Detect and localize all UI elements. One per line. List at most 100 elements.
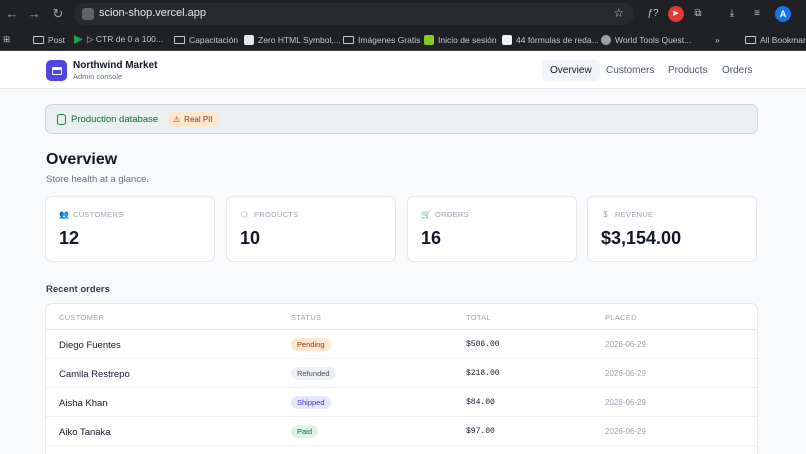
customer-name: Diego Fuentes [59,340,121,351]
stat-value: 16 [421,228,442,248]
stat-label: REVENUE [615,210,654,219]
warning-icon: ⚠ [173,115,181,124]
dollar-icon: $ [603,210,608,219]
bookmark-ctr[interactable]: ▷ CTR de 0 a 100... [74,32,163,47]
status-badge: Paid [291,425,319,438]
column-header-customer: CUSTOMER [59,313,105,322]
folder-icon [33,35,44,44]
nav-customers[interactable]: Customers [598,60,662,81]
forward-icon[interactable]: → [26,6,42,22]
order-date: 2026-06-29 [605,398,646,407]
order-total: $218.00 [466,369,500,378]
nav-products[interactable]: Products [660,60,715,81]
site-info-icon[interactable] [82,8,94,20]
globe-icon [601,34,611,45]
folder-icon [745,35,756,44]
bookmark-label: Imágenes Gratis [358,34,421,45]
database-label: Production database [71,114,159,125]
table-row[interactable]: Aisha Khan Shipped $84.00 2026-06-29 [46,388,757,417]
environment-banner: Production database ⚠ Real PII [45,104,758,134]
order-total: $506.00 [466,340,500,349]
folder-icon [174,35,185,44]
bookmark-imagenes[interactable]: Imágenes Gratis [343,32,420,47]
download-icon[interactable]: ⤓ [724,6,740,22]
column-header-total: TOTAL [466,313,491,322]
extensions-puzzle-icon[interactable]: ⧉ [690,6,706,22]
cart-icon: 🛒 [421,210,432,219]
order-total: $84.00 [466,398,495,407]
stat-label: PRODUCTS [254,210,299,219]
reading-list-icon[interactable]: ≡ [749,6,765,22]
pii-badge: ⚠ Real PII [167,112,220,127]
table-row[interactable]: Diego Fuentes Pending $506.00 2026-06-29 [46,330,757,359]
bookmarks-overflow-icon[interactable]: » [715,32,720,47]
stat-value: 10 [240,228,261,248]
bookmark-label: ▷ CTR de 0 a 100... [87,34,163,44]
bookmark-label: Zero HTML Symbol,... [258,34,341,45]
folder-icon [343,35,354,44]
table-row[interactable]: Aiko Tanaka Paid $97.00 2026-06-29 [46,417,757,446]
bookmark-label: World Tools Quest... [615,34,692,45]
bookmark-world-tools[interactable]: World Tools Quest... [601,32,691,47]
bookmarks-bar: ⊞ Post ▷ CTR de 0 a 100... Capacitación … [0,28,806,51]
status-badge: Shipped [291,396,331,409]
box-icon: ⬡ [240,210,249,219]
bookmark-post[interactable]: Post [33,32,65,47]
customer-name: Aiko Tanaka [59,427,111,438]
recent-orders-table: CUSTOMER STATUS TOTAL PLACED Diego Fuent… [45,303,758,454]
table-row[interactable]: Camila Restrepo Refunded $218.00 2026-06… [46,359,757,388]
stat-card-products: ⬡ PRODUCTS 10 [226,196,396,262]
recent-orders-title: Recent orders [46,284,110,295]
youtube-extension-icon[interactable]: ▶ [668,6,684,22]
status-badge: Refunded [291,367,336,380]
brand-title[interactable]: Northwind Market [73,60,157,71]
stat-value: 12 [59,228,80,248]
bookmark-star-icon[interactable]: ☆ [613,6,624,20]
stat-label: ORDERS [435,210,469,219]
bookmark-all-bookmarks[interactable]: All Bookmarks [745,32,806,47]
database-icon [57,114,66,125]
browser-toolbar: ← → ↻ scion-shop.vercel.app ☆ ƒ? ▶ ⧉ ⤓ ≡… [0,0,806,28]
bookmark-zero-html[interactable]: Zero HTML Symbol,... [244,32,341,47]
order-date: 2026-06-29 [605,340,646,349]
back-icon[interactable]: ← [4,6,20,22]
bookmark-label: Capacitación [189,34,239,45]
table-header: CUSTOMER STATUS TOTAL PLACED [46,304,757,330]
reload-icon[interactable]: ↻ [50,6,66,22]
bookmark-label: All Bookmarks [760,34,806,45]
stat-value: $3,154.00 [601,228,682,248]
store-logo-icon[interactable] [46,60,67,81]
customer-name: Aisha Khan [59,398,108,409]
leaf-icon [424,34,434,45]
nav-orders[interactable]: Orders [714,60,761,81]
nav-overview[interactable]: Overview [542,60,600,81]
bookmark-inicio-sesion[interactable]: Inicio de sesión [424,32,497,47]
bookmark-capacitacion[interactable]: Capacitación [174,32,238,47]
font-extension-icon[interactable]: ƒ? [645,6,661,22]
stat-card-revenue: $ REVENUE $3,154.00 [587,196,757,262]
stat-card-customers: 👥 CUSTOMERS 12 [45,196,215,262]
site-icon [244,34,254,45]
page-title: Overview [46,151,118,168]
stat-card-orders: 🛒 ORDERS 16 [407,196,577,262]
users-icon: 👥 [59,210,70,219]
column-header-placed: PLACED [605,313,637,322]
order-date: 2026-06-29 [605,427,646,436]
stat-label: CUSTOMERS [73,210,124,219]
customer-name: Camila Restrepo [59,369,130,380]
app-header: Northwind Market Admin console Overview … [0,51,806,89]
bookmark-label: 44 fórmulas de reda... [516,34,599,45]
address-bar[interactable]: scion-shop.vercel.app ☆ [74,3,634,25]
apps-grid-icon[interactable]: ⊞ [3,32,10,47]
bookmark-formulas[interactable]: 44 fórmulas de reda... [502,32,599,47]
pii-badge-label: Real PII [184,115,213,124]
status-badge: Pending [291,338,331,351]
brand-subtitle: Admin console [73,72,123,81]
url-text[interactable]: scion-shop.vercel.app [99,7,206,19]
order-total: $97.00 [466,427,495,436]
site-icon [502,34,512,45]
green-arrow-icon [74,35,83,44]
page-subtitle: Store health at a glance. [46,174,149,185]
profile-avatar[interactable]: A [775,6,791,22]
column-header-status: STATUS [291,313,322,322]
